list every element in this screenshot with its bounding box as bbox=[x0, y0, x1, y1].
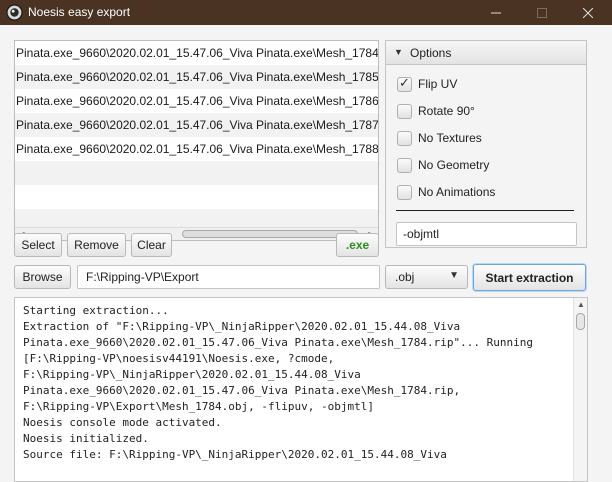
format-select[interactable]: .obj ▼ bbox=[385, 265, 468, 289]
select-button[interactable]: Select bbox=[14, 233, 62, 257]
noesis-icon bbox=[6, 4, 23, 21]
file-list[interactable]: Pinata.exe_9660\2020.02.01_15.47.06_Viva… bbox=[14, 40, 379, 241]
list-item[interactable]: Pinata.exe_9660\2020.02.01_15.47.06_Viva… bbox=[15, 65, 378, 89]
window-title: Noesis easy export bbox=[28, 5, 131, 19]
empty-row bbox=[15, 161, 378, 185]
export-path-field[interactable]: F:\Ripping-VP\Export bbox=[77, 265, 380, 289]
checkbox-label: Flip UV bbox=[418, 77, 458, 91]
flip-uv-checkbox[interactable]: ✓ Flip UV bbox=[397, 74, 458, 92]
checkbox-box[interactable] bbox=[397, 103, 412, 119]
log-line: Pinata.exe_9660\2020.02.01_15.47.06_Viva… bbox=[23, 384, 461, 397]
checkmark-icon: ✓ bbox=[399, 74, 410, 90]
log-line: Noesis console mode activated. bbox=[23, 416, 222, 429]
scrollbar-thumb[interactable] bbox=[576, 313, 585, 330]
scroll-up-icon[interactable]: ▲ bbox=[577, 300, 585, 309]
checkbox-label: No Animations bbox=[418, 185, 496, 199]
rotate-90-checkbox[interactable]: Rotate 90° bbox=[397, 103, 475, 119]
no-textures-checkbox[interactable]: No Textures bbox=[397, 130, 482, 146]
empty-row bbox=[15, 185, 378, 209]
checkbox-box[interactable] bbox=[397, 157, 412, 173]
start-extraction-button[interactable]: Start extraction bbox=[473, 264, 586, 291]
log-line: F:\Ripping-VP\Export\Mesh_1784.obj, -fli… bbox=[23, 400, 374, 413]
list-item[interactable]: Pinata.exe_9660\2020.02.01_15.47.06_Viva… bbox=[15, 113, 378, 137]
maximize-button[interactable] bbox=[519, 0, 565, 25]
browse-button[interactable]: Browse bbox=[14, 265, 71, 289]
log-line: Extraction of "F:\Ripping-VP\_NinjaRippe… bbox=[23, 320, 461, 333]
checkbox-box[interactable] bbox=[397, 184, 412, 200]
chevron-down-icon: ▼ bbox=[449, 270, 459, 281]
log-line: Pinata.exe_9660\2020.02.01_15.47.06_Viva… bbox=[23, 336, 533, 349]
scrollbar-thumb[interactable] bbox=[182, 230, 358, 238]
log-output[interactable]: Starting extraction... Extraction of "F:… bbox=[14, 297, 588, 482]
close-button[interactable] bbox=[565, 0, 611, 25]
log-line: [F:\Ripping-VP\noesisv44191\Noesis.exe, … bbox=[23, 352, 335, 365]
maximize-icon bbox=[537, 7, 547, 18]
collapse-triangle-icon: ▼ bbox=[394, 47, 403, 57]
divider bbox=[396, 210, 574, 211]
options-header[interactable]: ▼ Options bbox=[386, 41, 586, 65]
list-item[interactable]: Pinata.exe_9660\2020.02.01_15.47.06_Viva… bbox=[15, 41, 378, 65]
log-line: F:\Ripping-VP\_NinjaRipper\2020.02.01_15… bbox=[23, 368, 361, 381]
no-geometry-checkbox[interactable]: No Geometry bbox=[397, 157, 489, 173]
close-icon bbox=[583, 7, 593, 18]
extra-args-input[interactable]: -objmtl bbox=[396, 222, 577, 246]
checkbox-box[interactable]: ✓ bbox=[397, 74, 412, 92]
window-content: Pinata.exe_9660\2020.02.01_15.47.06_Viva… bbox=[0, 25, 612, 482]
list-item[interactable]: Pinata.exe_9660\2020.02.01_15.47.06_Viva… bbox=[15, 89, 378, 113]
checkbox-label: Rotate 90° bbox=[418, 104, 475, 118]
checkbox-box[interactable] bbox=[397, 130, 412, 146]
options-panel: ▼ Options ✓ Flip UV Rotate 90° No Textur… bbox=[385, 40, 587, 248]
exe-button[interactable]: .exe bbox=[336, 233, 379, 257]
checkbox-label: No Geometry bbox=[418, 158, 490, 172]
minimize-icon bbox=[491, 12, 501, 13]
no-animations-checkbox[interactable]: No Animations bbox=[397, 184, 495, 200]
log-line: Noesis initialized. bbox=[23, 432, 149, 445]
list-item[interactable]: Pinata.exe_9660\2020.02.01_15.47.06_Viva… bbox=[15, 137, 378, 161]
title-bar: Noesis easy export bbox=[0, 0, 612, 25]
clear-button[interactable]: Clear bbox=[131, 233, 172, 257]
checkbox-label: No Textures bbox=[418, 131, 482, 145]
vertical-scrollbar[interactable]: ▲ bbox=[573, 298, 587, 481]
log-line: Source file: F:\Ripping-VP\_NinjaRipper\… bbox=[23, 448, 447, 461]
format-value: .obj bbox=[395, 270, 415, 284]
log-line: Starting extraction... bbox=[23, 304, 169, 317]
minimize-button[interactable] bbox=[473, 0, 519, 25]
remove-button[interactable]: Remove bbox=[67, 233, 126, 257]
options-title: Options bbox=[410, 46, 452, 60]
